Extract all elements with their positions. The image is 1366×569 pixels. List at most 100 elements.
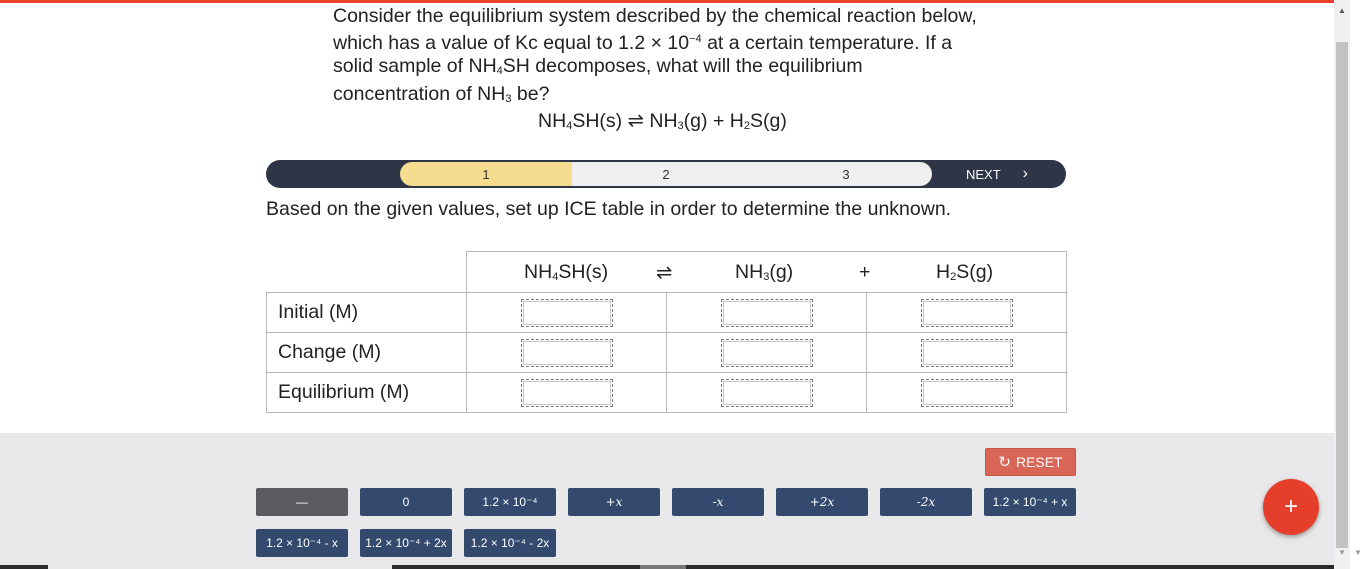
- reactant-formula: NH4SH(s): [538, 110, 623, 132]
- question-line-3-tail: SH decomposes, what will the equilibrium: [502, 55, 863, 77]
- question-line-3: solid sample of NH4SH decomposes, what w…: [333, 55, 1013, 83]
- tile-kc[interactable]: 1.2 × 10⁻⁴: [464, 488, 556, 516]
- question-line-4-tail: be?: [511, 83, 550, 105]
- product-2-formula: H2S(g): [729, 110, 787, 132]
- refresh-icon: ↻: [998, 454, 1011, 471]
- drop-box-equilibrium-product-2[interactable]: [920, 378, 1013, 407]
- tile-kc-plus-x[interactable]: 1.2 × 10⁻⁴ + x: [984, 488, 1076, 516]
- outer-scrollbar[interactable]: ▼: [1350, 0, 1366, 569]
- ice-header: NH4SH(s) ⇌ NH3(g) + H2S(g): [466, 251, 1067, 293]
- header-arrow: ⇌: [656, 262, 673, 284]
- drop-box-initial-reactant[interactable]: [520, 298, 613, 327]
- tile-label: 1.2 × 10⁻⁴ + x: [992, 495, 1068, 509]
- reset-button[interactable]: ↻ RESET: [985, 448, 1076, 476]
- tile-plus-x[interactable]: +x: [568, 488, 660, 516]
- ice-cell: [866, 292, 1067, 333]
- header-product-2: H2S(g): [936, 261, 994, 283]
- tile-label: -2x: [916, 495, 936, 509]
- scroll-down-arrow-icon[interactable]: ▼: [1338, 548, 1346, 557]
- tile-label: 1.2 × 10⁻⁴: [482, 495, 538, 509]
- answer-tile-tray: ↻ RESET — 0 1.2 × 10⁻⁴ +x -x +2x -2x 1.2…: [0, 433, 1334, 569]
- drop-box-change-product-2[interactable]: [920, 338, 1013, 367]
- question-text: Consider the equilibrium system describe…: [333, 5, 1013, 111]
- tile-blank[interactable]: —: [256, 488, 348, 516]
- header-reactant: NH4SH(s): [524, 261, 609, 283]
- tile-minus-x[interactable]: -x: [672, 488, 764, 516]
- product-1-formula: NH3(g): [649, 110, 708, 132]
- step-1[interactable]: 1: [400, 162, 572, 186]
- ice-cell: [466, 332, 667, 373]
- scrollbar-thumb[interactable]: [1336, 42, 1348, 548]
- step-2[interactable]: 2: [572, 162, 760, 186]
- equilibrium-arrow: ⇌: [627, 110, 644, 132]
- ice-cell: [666, 332, 867, 373]
- ice-cell: [466, 292, 667, 333]
- tile-label: —: [296, 495, 308, 509]
- tile-label: -x: [712, 495, 724, 509]
- ice-cell: [866, 372, 1067, 413]
- step-1-label: 1: [482, 166, 490, 182]
- add-fab-button[interactable]: +: [1263, 479, 1319, 535]
- drop-box-equilibrium-product-1[interactable]: [720, 378, 813, 407]
- step-3[interactable]: 3: [760, 162, 932, 186]
- step-2-label: 2: [662, 166, 670, 182]
- ice-cell: [666, 292, 867, 333]
- chevron-right-icon: ›: [1022, 165, 1028, 182]
- reaction-equation: NH4SH(s) ⇌ NH3(g) + H2S(g): [538, 109, 787, 133]
- tile-kc-minus-x[interactable]: 1.2 × 10⁻⁴ - x: [256, 529, 348, 557]
- tile-label: 1.2 × 10⁻⁴ + 2x: [365, 536, 447, 550]
- ice-corner: [267, 252, 467, 293]
- scroll-down-arrow-icon[interactable]: ▼: [1354, 548, 1362, 557]
- drop-box-change-product-1[interactable]: [720, 338, 813, 367]
- reset-label: RESET: [1015, 454, 1063, 470]
- question-line-2-tail: at a certain temperature. If a: [701, 32, 953, 54]
- question-line-4: concentration of NH3 be?: [333, 83, 1013, 111]
- header-plus: +: [859, 261, 871, 283]
- question-line-1-text: Consider the equilibrium system describe…: [333, 5, 977, 27]
- tile-label: 1.2 × 10⁻⁴ - x: [266, 536, 338, 550]
- row-label-equilibrium: Equilibrium (M): [266, 372, 467, 413]
- next-button[interactable]: NEXT ›: [966, 160, 1028, 188]
- drop-box-initial-product-1[interactable]: [720, 298, 813, 327]
- step-3-label: 3: [842, 166, 850, 182]
- ice-cell: [666, 372, 867, 413]
- drop-box-change-reactant[interactable]: [520, 338, 613, 367]
- ice-header-inner: NH4SH(s) ⇌ NH3(g) + H2S(g): [467, 252, 1066, 292]
- ice-cell: [866, 332, 1067, 373]
- header-product-1: NH3(g): [735, 261, 794, 283]
- tile-label: 1.2 × 10⁻⁴ - 2x: [470, 536, 550, 550]
- drop-box-initial-product-2[interactable]: [920, 298, 1013, 327]
- question-line-1: Consider the equilibrium system describe…: [333, 5, 1013, 28]
- tile-zero[interactable]: 0: [360, 488, 452, 516]
- tile-label: +2x: [809, 495, 835, 509]
- ice-cell: [466, 372, 667, 413]
- drop-box-equilibrium-reactant[interactable]: [520, 378, 613, 407]
- scroll-up-arrow-icon[interactable]: ▲: [1338, 6, 1346, 15]
- plus-sign: +: [712, 110, 725, 132]
- question-line-2: which has a value of Kc equal to 1.2 × 1…: [333, 28, 1013, 55]
- question-line-2-text: which has a value of Kc equal to 1.2 × 1…: [333, 32, 690, 54]
- tile-label: +x: [605, 495, 623, 509]
- tile-kc-minus-2x[interactable]: 1.2 × 10⁻⁴ - 2x: [464, 529, 556, 557]
- bottom-strip-segment: [48, 565, 392, 569]
- plus-icon: +: [1283, 493, 1298, 520]
- ice-table: NH4SH(s) ⇌ NH3(g) + H2S(g) Initial (M) C…: [266, 251, 1067, 413]
- tile-minus-2x[interactable]: -2x: [880, 488, 972, 516]
- exponent: −4: [689, 33, 702, 45]
- ice-header-row: NH4SH(s) ⇌ NH3(g) + H2S(g): [267, 251, 1067, 293]
- question-line-4-text: concentration of NH: [333, 83, 506, 105]
- ice-row-equilibrium: Equilibrium (M): [266, 372, 1067, 413]
- ice-row-initial: Initial (M): [266, 292, 1067, 333]
- step-progress-bar: 1 2 3 NEXT ›: [266, 160, 1066, 188]
- vertical-scrollbar[interactable]: ▲ ▼: [1334, 0, 1350, 569]
- instruction-text: Based on the given values, set up ICE ta…: [266, 198, 952, 220]
- next-label: NEXT: [966, 166, 1001, 182]
- tile-plus-2x[interactable]: +2x: [776, 488, 868, 516]
- row-label-change: Change (M): [266, 332, 467, 373]
- tile-kc-plus-2x[interactable]: 1.2 × 10⁻⁴ + 2x: [360, 529, 452, 557]
- question-line-3-text: solid sample of NH: [333, 55, 497, 77]
- bottom-strip: [0, 565, 1334, 569]
- row-label-initial: Initial (M): [266, 292, 467, 333]
- tile-label: 0: [402, 495, 410, 509]
- bottom-strip-segment: [640, 565, 686, 569]
